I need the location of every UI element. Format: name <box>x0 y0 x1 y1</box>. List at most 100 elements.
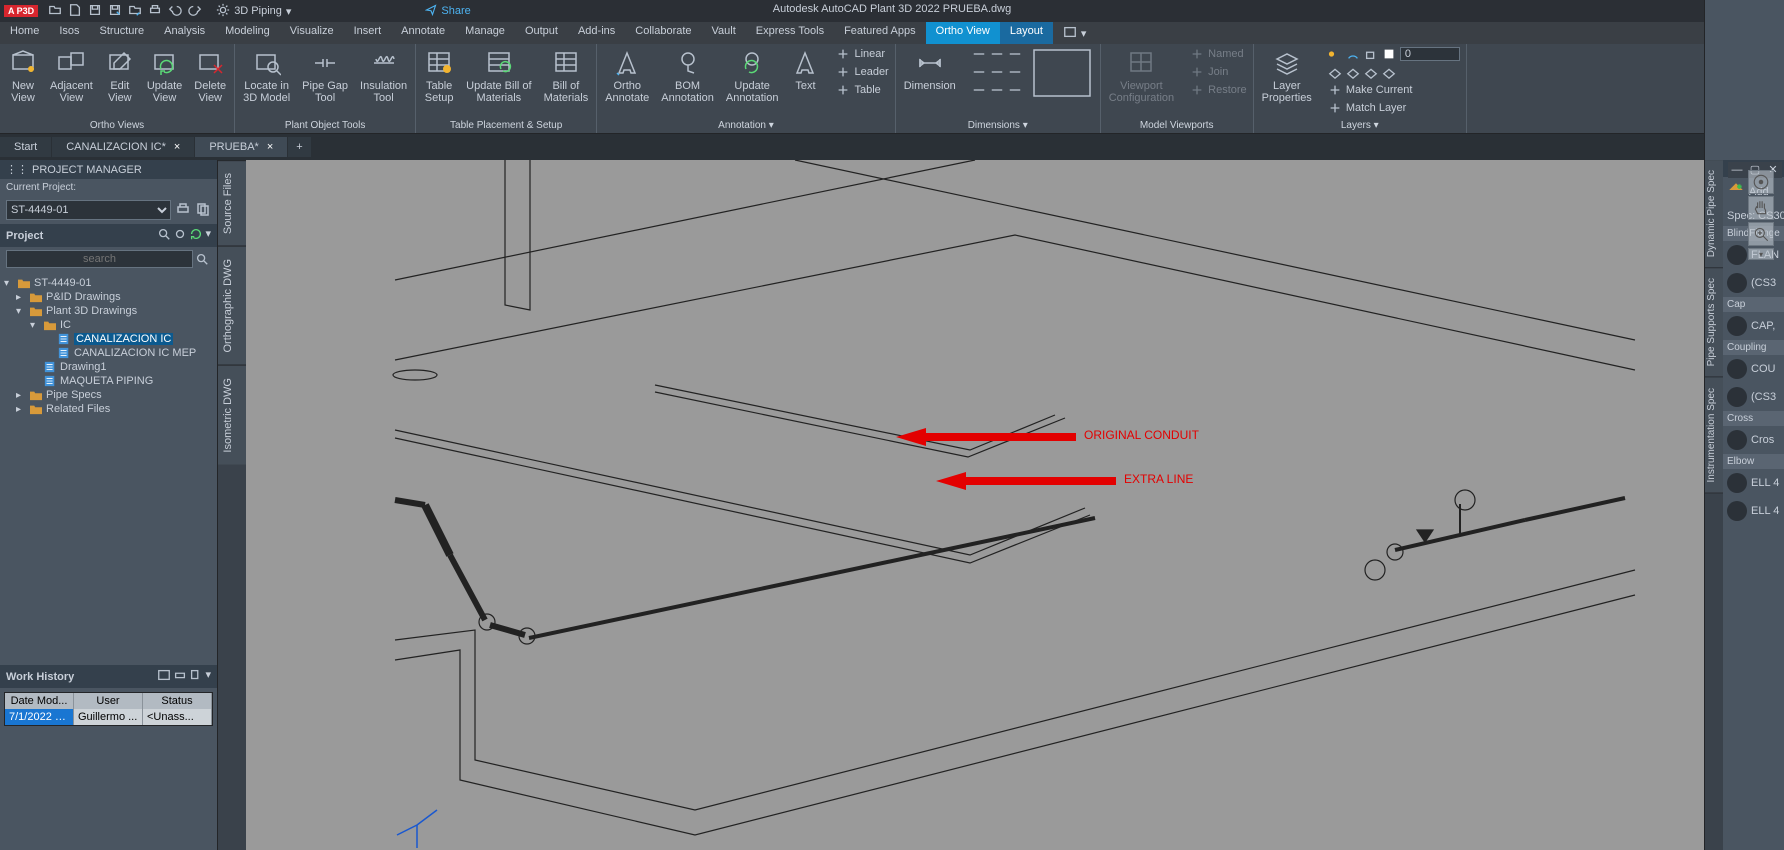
adjacent-view[interactable]: AdjacentView <box>46 46 97 106</box>
ortho-annotate[interactable]: OrthoAnnotate <box>601 46 653 106</box>
layer-dropdown[interactable]: 0 <box>1326 46 1462 62</box>
tree-node[interactable]: ▸P&ID Drawings <box>4 290 213 304</box>
menu-item[interactable]: Output <box>515 22 568 44</box>
menu-ortho-view[interactable]: Ortho View <box>926 22 1000 44</box>
wh-icon3[interactable] <box>189 668 203 685</box>
tree-node[interactable]: ▾ST-4449-01 <box>4 276 213 290</box>
print-icon[interactable] <box>175 201 191 220</box>
tree-node[interactable]: ▸Related Files <box>4 402 213 416</box>
menu-item[interactable]: Express Tools <box>746 22 834 44</box>
palette-tool[interactable]: ELL 4 <box>1723 469 1784 497</box>
palette-tool[interactable]: Cros <box>1723 426 1784 454</box>
palette-group-tab[interactable]: Pipe Supports Spec <box>1705 268 1723 377</box>
redo-icon[interactable] <box>188 3 202 20</box>
sync-icon[interactable] <box>173 227 187 244</box>
wh-icon1[interactable] <box>157 668 171 685</box>
insulation-tool[interactable]: InsulationTool <box>356 46 411 106</box>
open2-icon[interactable] <box>128 3 142 20</box>
new-tab-button[interactable]: + <box>288 137 310 157</box>
chevron-down-icon[interactable]: ▾ <box>1081 27 1087 40</box>
update-view[interactable]: UpdateView <box>143 46 186 106</box>
workspace-selector[interactable]: 3D Piping ▾ <box>216 3 291 20</box>
menu-item[interactable]: Add-ins <box>568 22 625 44</box>
locate-3d[interactable]: Locate in3D Model <box>239 46 294 106</box>
save-icon[interactable] <box>88 3 102 20</box>
copy-icon[interactable] <box>195 201 211 220</box>
chevron-down-icon[interactable]: ▾ <box>205 227 211 244</box>
palette-group-tab[interactable]: Dynamic Pipe Spec <box>1705 160 1723 268</box>
menu-item[interactable]: Structure <box>90 22 155 44</box>
open-icon[interactable] <box>48 3 62 20</box>
tab-start[interactable]: Start <box>0 137 51 157</box>
minimize-icon[interactable]: — <box>1728 162 1746 178</box>
pan-icon[interactable] <box>1748 196 1774 220</box>
tab-prueba[interactable]: PRUEBA*× <box>195 137 287 157</box>
menu-item[interactable]: Vault <box>702 22 746 44</box>
close-icon[interactable]: × <box>174 141 180 153</box>
tree-node[interactable]: ▾IC <box>4 318 213 332</box>
new-view[interactable]: NewView <box>4 46 42 106</box>
leader[interactable]: Leader <box>834 64 890 80</box>
chevron-down-icon[interactable]: ▾ <box>205 668 211 685</box>
palette-tool[interactable]: ELL 4 <box>1723 497 1784 525</box>
palette-group-tab[interactable]: Instrumentation Spec <box>1705 378 1723 494</box>
match-layer[interactable]: Match Layer <box>1326 100 1462 116</box>
dim-box[interactable] <box>1028 46 1096 100</box>
work-history-table[interactable]: Date Mod... User Status 7/1/2022 0... Gu… <box>4 692 213 726</box>
tree-node[interactable]: ▸Pipe Specs <box>4 388 213 402</box>
menu-item[interactable]: Analysis <box>154 22 215 44</box>
wh-col-status[interactable]: Status <box>143 693 212 709</box>
project-tree[interactable]: ▾ST-4449-01▸P&ID Drawings▾Plant 3D Drawi… <box>0 274 217 472</box>
side-tab[interactable]: Orthographic DWG <box>218 246 246 365</box>
pipe-gap[interactable]: Pipe GapTool <box>298 46 352 106</box>
steering-wheel-icon[interactable] <box>1748 170 1774 194</box>
menu-item[interactable]: Insert <box>344 22 392 44</box>
menu-item[interactable]: Modeling <box>215 22 280 44</box>
side-tab[interactable]: Isometric DWG <box>218 365 246 465</box>
project-select[interactable]: ST-4449-01 <box>6 200 171 220</box>
palette-tool[interactable]: CAP, <box>1723 312 1784 340</box>
refresh-icon[interactable] <box>189 227 203 244</box>
undo-icon[interactable] <box>168 3 182 20</box>
side-tab[interactable]: Source Files <box>218 160 246 246</box>
table[interactable]: Table <box>834 82 890 98</box>
text[interactable]: Text <box>786 46 824 94</box>
dimension[interactable]: Dimension <box>900 46 960 94</box>
edit-view[interactable]: EditView <box>101 46 139 106</box>
filter-icon[interactable] <box>157 227 171 244</box>
make-current[interactable]: Make Current <box>1326 82 1462 98</box>
table-row[interactable]: 7/1/2022 0... Guillermo ... <Unass... <box>5 709 212 725</box>
search-icon[interactable] <box>193 250 211 271</box>
tree-node[interactable]: ▾Plant 3D Drawings <box>4 304 213 318</box>
tree-node[interactable]: CANALIZACION IC <box>4 332 213 346</box>
wh-col-user[interactable]: User <box>74 693 143 709</box>
project-search-input[interactable] <box>6 250 193 268</box>
wh-col-date[interactable]: Date Mod... <box>5 693 74 709</box>
ribbon-min-icon[interactable] <box>1063 25 1077 42</box>
grip-icon[interactable]: ⋮⋮ <box>6 163 28 176</box>
menu-item[interactable]: Home <box>0 22 49 44</box>
zoom-extents-icon[interactable]: ▾ <box>1748 248 1774 260</box>
menu-item[interactable]: Annotate <box>391 22 455 44</box>
tab-canalizacion[interactable]: CANALIZACION IC*× <box>52 137 194 157</box>
zoom-icon[interactable] <box>1748 222 1774 246</box>
menu-item[interactable]: Isos <box>49 22 89 44</box>
layer-state-icons[interactable] <box>1326 64 1462 80</box>
share-button[interactable]: Share <box>425 4 470 19</box>
dim-style-icon[interactable] <box>970 82 1024 98</box>
drawing-canvas[interactable]: — ▢ ✕ ▾ <box>246 160 1784 850</box>
update-bom[interactable]: Update Bill ofMaterials <box>462 46 535 106</box>
palette-tool[interactable]: (CS3 <box>1723 383 1784 411</box>
menu-item[interactable]: Visualize <box>280 22 344 44</box>
plot-icon[interactable] <box>148 3 162 20</box>
linear[interactable]: Linear <box>834 46 890 62</box>
tree-node[interactable]: Drawing1 <box>4 360 213 374</box>
menu-layout[interactable]: Layout <box>1000 22 1053 44</box>
tree-node[interactable]: CANALIZACION IC MEP <box>4 346 213 360</box>
menu-item[interactable]: Manage <box>455 22 515 44</box>
dim-style-icon[interactable] <box>970 46 1024 62</box>
palette-tool[interactable]: (CS3 <box>1723 269 1784 297</box>
close-icon[interactable]: × <box>267 141 273 153</box>
saveas-icon[interactable] <box>108 3 122 20</box>
menu-item[interactable]: Featured Apps <box>834 22 926 44</box>
